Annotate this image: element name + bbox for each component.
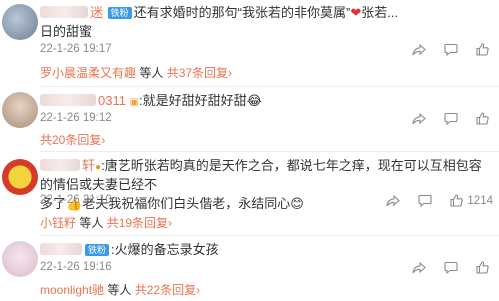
comment-meta: 22-1-26 19:17 [40,43,493,61]
divider [40,86,499,87]
avatar[interactable] [2,159,38,195]
like-button[interactable]: 1214 [450,194,493,207]
comment-text: 火爆的备忘录女孩 [114,242,219,257]
reply-icon [418,194,432,207]
crying-laugh-emoji-icon: 😂 [246,93,262,108]
reply-summary[interactable]: 罗小晨温柔又有趣 等人 共37条回复› [40,63,489,83]
comment-date: 22-1-26 19:16 [40,261,112,273]
comment-text: 唐艺昕张若昀真的是天作之合，都说七年之痒，现在可以互相包容的情侣或夫妻已经不 [40,158,482,192]
share-icon [412,112,426,124]
fan-badge: 铁粉 [85,244,110,256]
username[interactable]: 迷 [90,5,103,20]
comment-item: 轩●:唐艺昕张若昀真的是天作之合，都说七年之痒，现在可以互相包容的情侣或夫妻已经… [0,153,499,233]
reply-user[interactable]: 罗小晨温柔又有趣 [40,66,136,80]
comment-body: 0311 ▣:就是好甜好甜好甜😂 [40,91,493,110]
comment-meta: 22-1-26 19:12 [40,112,493,130]
comment-item: 铁粉:火爆的备忘录女孩 22-1-26 19:16 moonlight驰 等人 … [0,237,499,301]
thumbs-up-icon [476,112,489,125]
like-button[interactable] [476,112,493,125]
share-button[interactable] [412,112,426,125]
reply-summary[interactable]: 共20条回复› [40,130,489,150]
comment-actions [412,261,493,274]
share-button[interactable] [412,43,426,56]
share-button[interactable] [412,261,426,274]
share-icon [386,194,401,206]
comment-actions [412,112,493,125]
thumbs-up-icon [450,194,464,207]
blurred-username [40,6,88,18]
fan-badge: 铁粉 [107,7,132,19]
reply-mid: 等人 [76,216,107,230]
username[interactable]: 轩 [82,158,95,173]
comment-item: 0311 ▣:就是好甜好甜好甜😂 22-1-26 19:12 共20条回复› [0,88,499,150]
chevron-right-icon: › [101,133,106,147]
comment-text: 还有求婚时的那句“我张若的非你莫属” [133,5,351,20]
comment-date: 22-1-26 19:17 [40,43,112,55]
reply-count[interactable]: 共20条回复 [40,133,101,147]
thumbs-up-icon [476,43,489,56]
reply-icon [444,43,458,56]
username[interactable]: 0311 [98,93,126,108]
reply-icon [444,112,458,125]
reply-mid: 等人 [136,66,167,80]
reply-user[interactable]: moonlight驰 [40,283,104,297]
reply-button[interactable] [444,43,458,56]
divider [40,235,499,236]
chevron-right-icon: › [168,216,173,230]
comment-actions: 1214 [386,194,493,207]
like-button[interactable] [476,261,493,274]
reply-count[interactable]: 共19条回复 [107,216,168,230]
vip-badge-icon: ▣ [129,97,140,108]
comment-body: 铁粉:火爆的备忘录女孩 [40,240,493,259]
avatar[interactable] [2,241,38,277]
reply-mid: 等人 [104,283,135,297]
comment-date: 22-1-26 21:10 [40,194,112,206]
comment-date: 22-1-26 19:12 [40,112,112,124]
share-icon [412,261,426,273]
comment-item: 迷 铁粉 还有求婚时的那句“我张若的非你莫属”❤张若... 日的甜蜜 22-1-2… [0,0,499,82]
like-count: 1214 [467,194,493,207]
comment-meta: 22-1-26 19:16 [40,261,493,279]
blurred-username [40,243,82,255]
reply-summary[interactable]: moonlight驰 等人 共22条回复› [40,280,489,300]
like-button[interactable] [476,43,493,56]
reply-button[interactable] [418,194,432,207]
avatar[interactable] [2,92,38,128]
reply-button[interactable] [444,261,458,274]
thumbs-up-icon [476,261,489,274]
avatar[interactable] [2,4,38,40]
reply-button[interactable] [444,112,458,125]
heart-icon: ❤ [350,5,362,20]
chevron-right-icon: › [228,66,233,80]
comment-text-cont: 张若... [361,5,399,20]
chevron-right-icon: › [196,283,201,297]
blurred-username [40,94,96,106]
comment-text: 就是好甜好甜好甜 [142,93,247,108]
comment-meta: 22-1-26 21:10 1214 [40,194,493,212]
reply-icon [444,261,458,274]
comment-body: 迷 铁粉 还有求婚时的那句“我张若的非你莫属”❤张若... 日的甜蜜 [40,3,493,41]
divider [40,151,499,152]
comment-actions [412,43,493,56]
share-icon [412,43,426,55]
share-button[interactable] [386,194,401,207]
reply-user[interactable]: 小钰籽 [40,216,76,230]
reply-count[interactable]: 共37条回复 [167,66,228,80]
reply-summary[interactable]: 小钰籽 等人 共19条回复› [40,213,489,233]
reply-count[interactable]: 共22条回复 [135,283,196,297]
blurred-username [40,159,80,171]
comment-text-line2: 日的甜蜜 [40,24,93,39]
